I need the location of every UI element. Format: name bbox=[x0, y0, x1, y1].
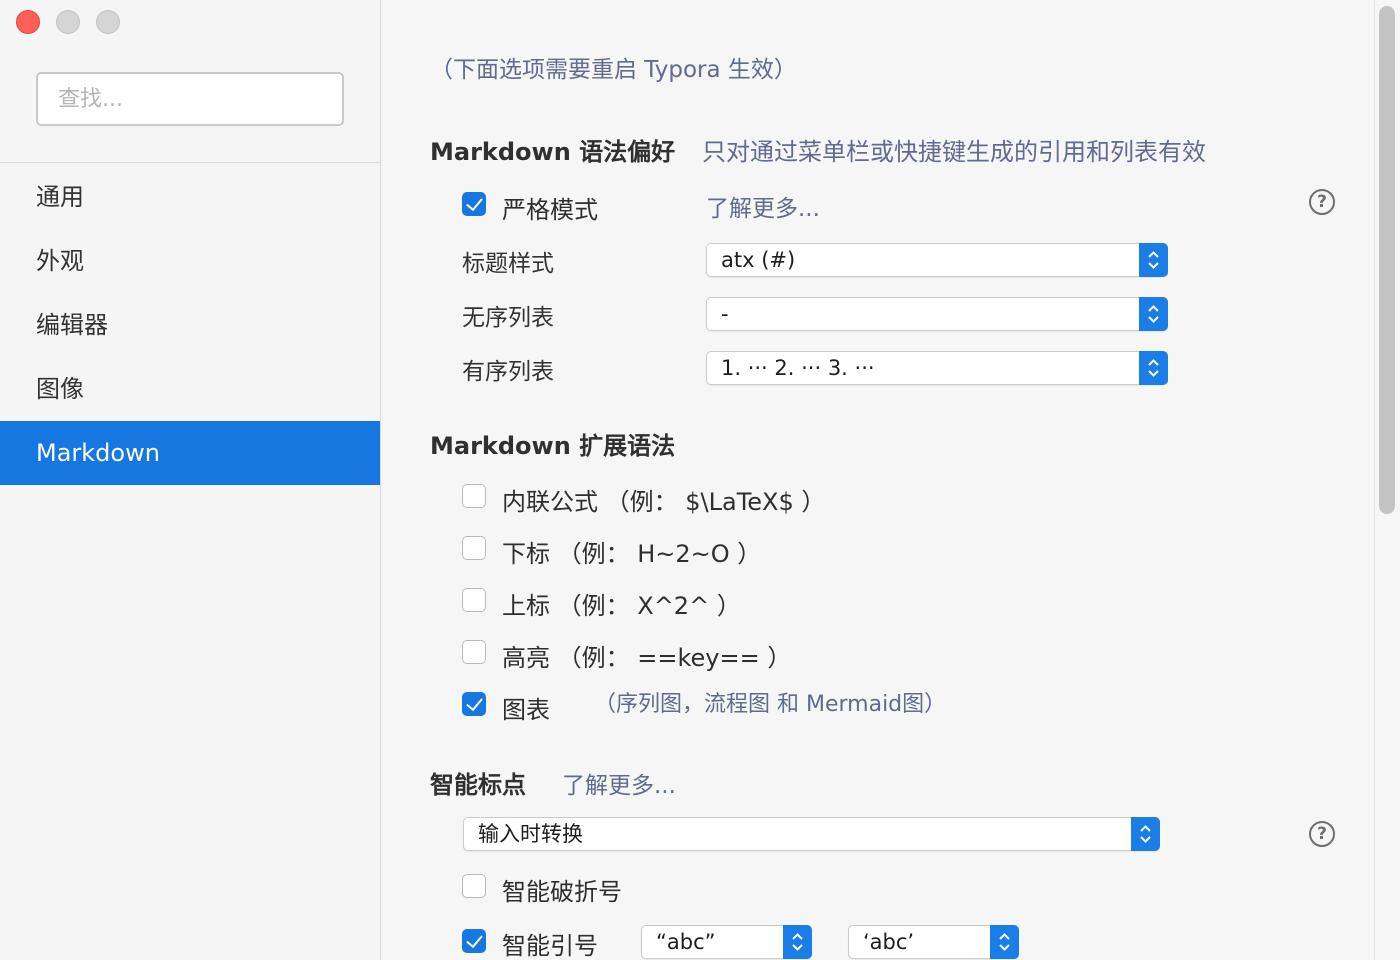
question-circle-icon[interactable]: ? bbox=[1309, 189, 1335, 215]
sidebar-item-editor[interactable]: 编辑器 bbox=[0, 293, 380, 357]
chevron-updown-icon bbox=[1139, 297, 1168, 331]
smart-dash-label: 智能破折号 bbox=[502, 878, 622, 906]
smart-dash-checkbox[interactable] bbox=[462, 874, 486, 898]
smart-punct-mode-value: 输入时转换 bbox=[478, 822, 583, 846]
diagrams-note: （序列图，流程图 和 Mermaid图） bbox=[594, 692, 947, 717]
settings-panel: （下面选项需要重启 Typora 生效） Markdown 语法偏好 只对通过菜… bbox=[382, 0, 1400, 960]
close-window-button[interactable] bbox=[16, 10, 40, 34]
syntax-pref-subtitle: 只对通过菜单栏或快捷键生成的引用和列表有效 bbox=[702, 138, 1206, 166]
smart-punct-mode-select[interactable]: 输入时转换 bbox=[463, 817, 1160, 851]
smart-quotes-label: 智能引号 bbox=[502, 932, 598, 960]
strict-mode-label: 严格模式 bbox=[502, 196, 598, 224]
smart-quotes-checkbox[interactable] bbox=[462, 929, 486, 953]
single-quote-select[interactable]: ‘abc’ bbox=[848, 925, 1019, 959]
unordered-list-select[interactable]: - bbox=[706, 297, 1168, 331]
heading-style-label: 标题样式 bbox=[462, 251, 554, 277]
sidebar: 通用 外观 编辑器 图像 Markdown bbox=[0, 0, 381, 960]
minimize-window-button[interactable] bbox=[56, 10, 80, 34]
syntax-learn-more-link[interactable]: 了解更多... bbox=[706, 189, 820, 223]
highlight-label: 高亮 （例： ==key== ） bbox=[502, 644, 792, 672]
highlight-checkbox[interactable] bbox=[462, 640, 486, 664]
smart-punct-title: 智能标点 bbox=[430, 771, 526, 799]
diagrams-checkbox[interactable] bbox=[462, 692, 486, 716]
diagrams-label: 图表 bbox=[502, 696, 550, 724]
sidebar-item-appearance[interactable]: 外观 bbox=[0, 229, 380, 293]
sidebar-item-markdown[interactable]: Markdown bbox=[0, 421, 380, 485]
inline-math-label: 内联公式 （例： $\LaTeX$ ） bbox=[502, 488, 826, 516]
superscript-label: 上标 （例： X^2^ ） bbox=[502, 592, 741, 620]
maximize-window-button[interactable] bbox=[96, 10, 120, 34]
scrollbar[interactable] bbox=[1374, 0, 1400, 960]
window-controls bbox=[16, 10, 120, 34]
chevron-updown-icon bbox=[1131, 817, 1160, 851]
strict-mode-checkbox[interactable] bbox=[462, 192, 486, 216]
sidebar-item-image[interactable]: 图像 bbox=[0, 357, 380, 421]
double-quote-value: “abc” bbox=[656, 930, 716, 954]
sidebar-item-general[interactable]: 通用 bbox=[0, 165, 380, 229]
question-circle-icon[interactable]: ? bbox=[1309, 821, 1335, 847]
search-input[interactable] bbox=[36, 72, 344, 126]
scrollbar-thumb[interactable] bbox=[1379, 6, 1395, 514]
unordered-list-label: 无序列表 bbox=[462, 305, 554, 331]
restart-note: （下面选项需要重启 Typora 生效） bbox=[430, 57, 797, 83]
ordered-list-label: 有序列表 bbox=[462, 359, 554, 385]
superscript-checkbox[interactable] bbox=[462, 588, 486, 612]
chevron-updown-icon bbox=[783, 925, 812, 959]
sidebar-nav: 通用 外观 编辑器 图像 Markdown bbox=[0, 165, 380, 485]
extended-syntax-title: Markdown 扩展语法 bbox=[430, 432, 676, 460]
syntax-pref-title: Markdown 语法偏好 bbox=[430, 138, 676, 166]
double-quote-select[interactable]: “abc” bbox=[641, 925, 812, 959]
chevron-updown-icon bbox=[1139, 243, 1168, 277]
subscript-checkbox[interactable] bbox=[462, 536, 486, 560]
chevron-updown-icon bbox=[990, 925, 1019, 959]
subscript-label: 下标 （例： H~2~O ） bbox=[502, 540, 762, 568]
heading-style-select[interactable]: atx (#) bbox=[706, 243, 1168, 277]
sidebar-divider bbox=[0, 162, 381, 163]
unordered-list-value: - bbox=[721, 302, 729, 326]
smart-punct-learn-more-link[interactable]: 了解更多... bbox=[562, 766, 676, 800]
single-quote-value: ‘abc’ bbox=[863, 930, 915, 954]
chevron-updown-icon bbox=[1139, 351, 1168, 385]
heading-style-value: atx (#) bbox=[721, 248, 796, 272]
ordered-list-value: 1. ··· 2. ··· 3. ··· bbox=[721, 356, 875, 380]
inline-math-checkbox[interactable] bbox=[462, 484, 486, 508]
ordered-list-select[interactable]: 1. ··· 2. ··· 3. ··· bbox=[706, 351, 1168, 385]
